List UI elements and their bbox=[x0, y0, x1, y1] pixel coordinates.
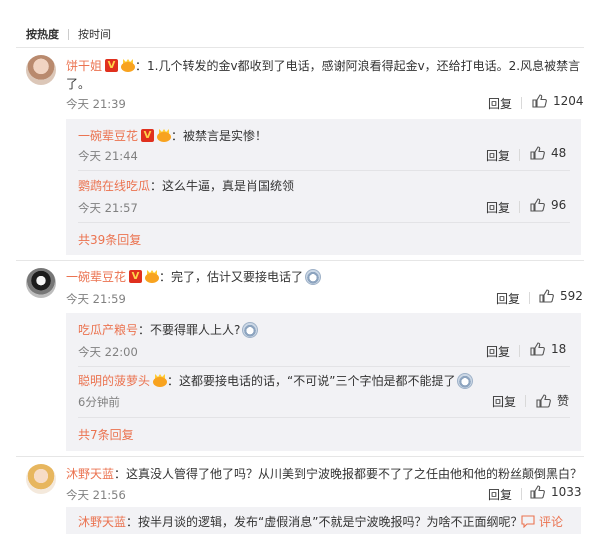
comment-time: 今天 21:39 bbox=[66, 97, 126, 111]
reply-time: 今天 21:44 bbox=[78, 149, 138, 163]
reply-header: 沐野天蓝 ：按半月谈的逻辑，发布“虚假消息”不就是宁波晚报吗？为啥不正面纲呢？ bbox=[78, 512, 522, 531]
like-count: 592 bbox=[560, 289, 583, 303]
reply-header: 聪明的菠萝头 ：这都要接电话的话，“不可说”三个字怕是都不能提了 bbox=[78, 371, 474, 390]
reply-divider bbox=[78, 170, 570, 171]
action-separator bbox=[519, 345, 520, 357]
divider bbox=[16, 47, 584, 48]
sort-by-hot-tab[interactable]: 按热度 bbox=[26, 26, 59, 42]
action-separator bbox=[519, 201, 520, 213]
comment-text: ：完了，估计又要接电话了 bbox=[159, 270, 304, 284]
reply-header: 一碗辈豆花 V ：被禁言是实惨！ bbox=[78, 126, 267, 145]
comment-text: ：这真没人管得了他了吗？从川美到宁波晚报都要不了了之任由他和他的粉丝颠倒黑白？ bbox=[114, 467, 583, 481]
reply-username[interactable]: 沐野天蓝 bbox=[78, 513, 126, 530]
like-count: 18 bbox=[551, 342, 567, 356]
action-separator bbox=[519, 149, 520, 161]
like-count: 1033 bbox=[551, 485, 582, 499]
crown-emoji-icon bbox=[153, 374, 168, 387]
comment-divider bbox=[16, 456, 584, 457]
reply-button[interactable]: 回复 bbox=[486, 199, 510, 216]
comment-username[interactable]: 饼干姐 bbox=[66, 57, 102, 74]
comment-header: 一碗辈豆花 V ：完了，估计又要接电话了 bbox=[66, 267, 322, 286]
reply-text: ：被禁言是实惨！ bbox=[171, 129, 268, 143]
reply-username[interactable]: 吃瓜产粮号 bbox=[78, 321, 138, 338]
like-button[interactable]: 1204 bbox=[532, 94, 584, 108]
reply-time: 今天 22:00 bbox=[78, 345, 138, 359]
reply-username[interactable]: 鹦鹉在线吃瓜 bbox=[78, 177, 150, 194]
like-count: 96 bbox=[551, 198, 567, 212]
reply-button[interactable]: 回复 bbox=[486, 343, 510, 360]
like-button[interactable]: 96 bbox=[530, 198, 566, 212]
crown-emoji-icon bbox=[121, 59, 136, 72]
comment-icon bbox=[521, 515, 535, 528]
avatar[interactable] bbox=[26, 55, 56, 85]
reply-button[interactable]: 回复 bbox=[492, 393, 516, 410]
more-replies-link[interactable]: 共7条回复 bbox=[78, 426, 134, 443]
crown-emoji-icon bbox=[157, 129, 172, 142]
reply-text: ：按半月谈的逻辑，发布“虚假消息”不就是宁波晚报吗？为啥不正面纲呢？ bbox=[126, 515, 523, 529]
action-separator bbox=[525, 395, 526, 407]
thumbs-up-icon bbox=[530, 342, 545, 356]
emoji-icon bbox=[457, 372, 474, 389]
reply-button[interactable]: 回复 bbox=[486, 147, 510, 164]
action-separator bbox=[521, 97, 522, 109]
reply-username[interactable]: 聪明的菠萝头 bbox=[78, 372, 150, 389]
reply-button[interactable]: 回复 bbox=[496, 290, 520, 307]
avatar[interactable] bbox=[26, 268, 56, 298]
avatar[interactable] bbox=[26, 464, 56, 494]
reply-button[interactable]: 回复 bbox=[488, 486, 512, 503]
reply-button[interactable]: 回复 bbox=[488, 95, 512, 112]
verified-v-icon: V bbox=[105, 59, 119, 72]
reply-divider bbox=[78, 417, 570, 418]
thumbs-up-icon bbox=[539, 289, 554, 303]
verified-v-icon: V bbox=[141, 129, 155, 142]
sort-bar: 按热度 按时间 bbox=[26, 26, 111, 42]
reply-text: ：不要得罪人上人? bbox=[138, 323, 241, 337]
sort-separator bbox=[68, 28, 69, 40]
comment-header: 沐野天蓝 ：这真没人管得了他了吗？从川美到宁波晚报都要不了了之任由他和他的粉丝颠… bbox=[66, 464, 582, 483]
like-button[interactable]: 592 bbox=[539, 289, 583, 303]
sort-by-time-tab[interactable]: 按时间 bbox=[78, 26, 111, 42]
comment-time: 今天 21:59 bbox=[66, 292, 126, 306]
thumbs-up-icon bbox=[532, 94, 547, 108]
reply-divider bbox=[78, 366, 570, 367]
comment-time: 今天 21:56 bbox=[66, 488, 126, 502]
comment-username[interactable]: 一碗辈豆花 bbox=[66, 268, 126, 285]
reply-time: 今天 21:57 bbox=[78, 201, 138, 215]
emoji-icon bbox=[305, 268, 322, 285]
reply-time: 6分钟前 bbox=[78, 395, 120, 409]
reply-username[interactable]: 一碗辈豆花 bbox=[78, 127, 138, 144]
thumbs-up-icon bbox=[530, 485, 545, 499]
verified-v-icon: V bbox=[129, 270, 143, 283]
reply-divider bbox=[78, 222, 570, 223]
crown-emoji-icon bbox=[145, 270, 160, 283]
comment-header: 饼干姐 V ：1.几个转发的金v都收到了电话，感谢阿浪看得起金v，还给打电话。2… bbox=[66, 56, 580, 75]
like-count: 1204 bbox=[553, 94, 584, 108]
reply-header: 吃瓜产粮号 ：不要得罪人上人? bbox=[78, 320, 259, 339]
emoji-icon bbox=[242, 321, 259, 338]
comment-username[interactable]: 沐野天蓝 bbox=[66, 465, 114, 482]
comment-text-continued: 了。 bbox=[66, 77, 91, 91]
thumbs-up-icon bbox=[536, 393, 551, 408]
reply-text: ：这么牛逼，真是肖国统领 bbox=[150, 179, 295, 193]
comment-button[interactable]: 评论 bbox=[521, 512, 563, 531]
like-button[interactable]: 赞 bbox=[536, 392, 569, 409]
like-label: 赞 bbox=[557, 394, 570, 408]
thumbs-up-icon bbox=[530, 198, 545, 212]
reply-header: 鹦鹉在线吃瓜 ：这么牛逼，真是肖国统领 bbox=[78, 176, 294, 195]
like-button[interactable]: 1033 bbox=[530, 485, 582, 499]
reply-text: ：这都要接电话的话，“不可说”三个字怕是都不能提了 bbox=[167, 374, 456, 388]
like-button[interactable]: 48 bbox=[530, 146, 566, 160]
comment-text: ：1.几个转发的金v都收到了电话，感谢阿浪看得起金v，还给打电话。2.风息被禁言 bbox=[135, 59, 581, 73]
action-separator bbox=[521, 488, 522, 500]
like-button[interactable]: 18 bbox=[530, 342, 566, 356]
comment-divider bbox=[16, 260, 584, 261]
comment-label: 评论 bbox=[539, 515, 564, 529]
action-separator bbox=[529, 292, 530, 304]
more-replies-link[interactable]: 共39条回复 bbox=[78, 231, 141, 248]
like-count: 48 bbox=[551, 146, 567, 160]
thumbs-up-icon bbox=[530, 146, 545, 160]
